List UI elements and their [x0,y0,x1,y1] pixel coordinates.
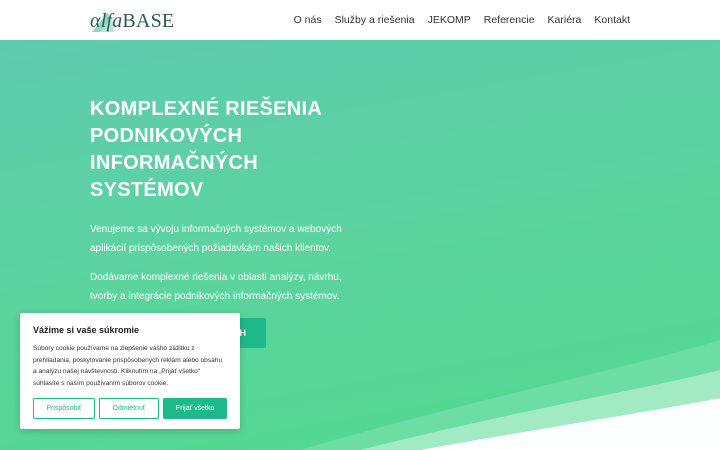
cookie-reject-button[interactable]: Odmietnuť [99,398,159,419]
cookie-title: Vážime si vaše súkromie [33,325,140,335]
alfabase-logo[interactable]: αlfaBASE [90,9,174,33]
nav-item-referencie[interactable]: Referencie [484,14,535,26]
main-nav: O nás Služby a riešenia JEKOMP Referenci… [294,0,630,40]
cookie-accept-button[interactable]: Prijať všetko [163,398,227,419]
cookie-customize-button[interactable]: Prispôsobiť [33,398,95,419]
nav-item-jekomp[interactable]: JEKOMP [428,14,471,26]
hero-paragraph-2: Dodávame komplexné riešenia v oblasti an… [90,272,342,302]
nav-item-o-nas[interactable]: O nás [294,14,322,26]
logo-text: αlfaBASE [90,9,175,32]
nav-item-kontakt[interactable]: Kontakt [594,14,630,26]
hero-title: KOMPLEXNÉ RIEŠENIA PODNIKOVÝCH INFORMAČN… [90,98,322,201]
site-header: αlfaBASE O nás Služby a riešenia JEKOMP … [0,0,720,40]
cookie-text: Súbory cookie používame na zlepšenie váš… [33,345,223,387]
nav-item-sluzby[interactable]: Služby a riešenia [335,14,415,26]
cookie-buttons: Prispôsobiť Odmietnuť Prijať všetko [33,398,227,419]
hero-paragraph-1: Venujeme sa vývoju informačných systémov… [90,224,342,254]
nav-item-kariera[interactable]: Kariéra [548,14,582,26]
cookie-consent-banner: Vážime si vaše súkromie Súbory cookie po… [20,313,240,429]
